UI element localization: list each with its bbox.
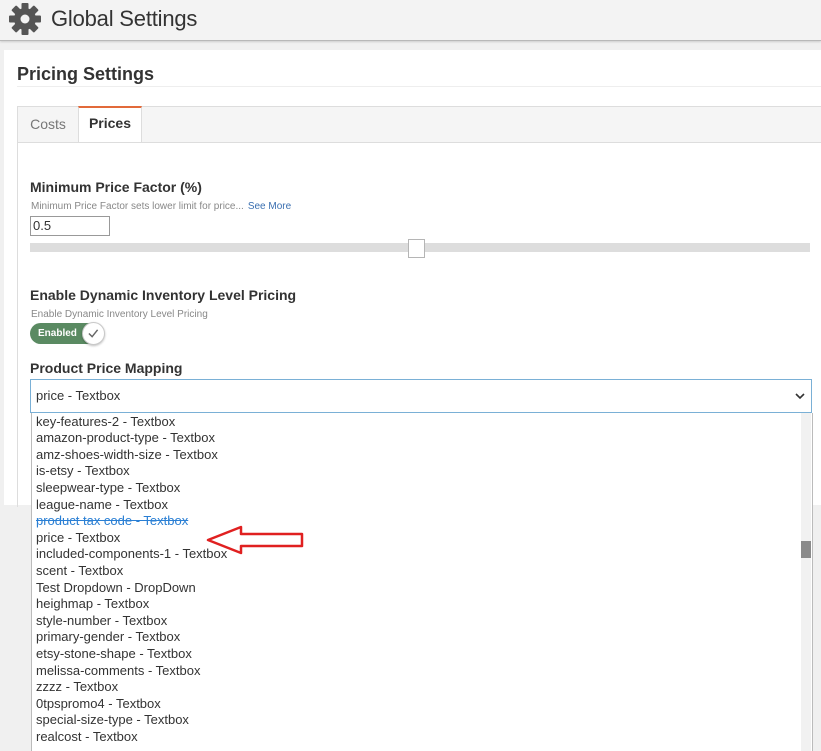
scrollbar-thumb[interactable]: [801, 541, 811, 558]
min-price-factor-slider-handle[interactable]: [408, 239, 425, 258]
section-title: Pricing Settings: [17, 64, 155, 84]
tab-costs[interactable]: Costs: [18, 107, 78, 142]
dropdown-option[interactable]: primary-gender - Textbox: [36, 628, 180, 645]
toggle-knob: [82, 322, 105, 345]
dropdown-option[interactable]: Test Dropdown - DropDown: [36, 579, 196, 596]
min-price-factor-input[interactable]: 0.5: [30, 216, 110, 236]
dropdown-option[interactable]: amazon-product-type - Textbox: [36, 429, 215, 446]
toggle-label: Enabled: [38, 328, 77, 339]
dropdown-option[interactable]: sleepwear-type - Textbox: [36, 479, 180, 496]
dropdown-option[interactable]: price - Textbox: [36, 529, 120, 546]
annotation-arrow-icon: [206, 525, 304, 555]
gear-icon: [9, 3, 41, 35]
dropdown-option[interactable]: scent - Textbox: [36, 562, 123, 579]
min-price-factor-help-text: Minimum Price Factor sets lower limit fo…: [31, 201, 244, 212]
dropdown-option[interactable]: special-size-type - Textbox: [36, 711, 189, 728]
see-more-link[interactable]: See More: [248, 201, 291, 212]
dropdown-option[interactable]: realcost - Textbox: [36, 728, 138, 745]
dropdown-option[interactable]: included-components-1 - Textbox: [36, 545, 227, 562]
dropdown-option[interactable]: product tax code - Textbox: [36, 512, 188, 529]
page-title: Global Settings: [51, 6, 198, 31]
tab-prices[interactable]: Prices: [78, 106, 142, 142]
price-mapping-selected-value: price - Textbox: [36, 388, 121, 403]
dropdown-option[interactable]: is-etsy - Textbox: [36, 462, 130, 479]
price-mapping-label: Product Price Mapping: [30, 360, 183, 376]
page-header: Global Settings: [0, 0, 821, 41]
section-divider: [17, 86, 821, 87]
min-price-factor-help: Minimum Price Factor sets lower limit fo…: [31, 201, 291, 212]
min-price-factor-label: Minimum Price Factor (%): [30, 179, 202, 195]
dropdown-option[interactable]: amz-shoes-width-size - Textbox: [36, 446, 218, 463]
dropdown-option[interactable]: style-number - Textbox: [36, 612, 167, 629]
dropdown-option[interactable]: 0tpspromo4 - Textbox: [36, 695, 161, 712]
price-mapping-options-list[interactable]: key-features-2 - Textbox amazon-product-t…: [31, 413, 813, 751]
dropdown-option[interactable]: heighmap - Textbox: [36, 595, 149, 612]
dynamic-inventory-toggle[interactable]: Enabled: [30, 322, 105, 345]
dropdown-option[interactable]: etsy-stone-shape - Textbox: [36, 645, 192, 662]
dropdown-option[interactable]: melissa-comments - Textbox: [36, 662, 200, 679]
dropdown-option[interactable]: zzzz - Textbox: [36, 678, 118, 695]
check-icon: [88, 329, 99, 338]
dropdown-option[interactable]: league-name - Textbox: [36, 496, 168, 513]
tab-strip: Costs Prices: [18, 106, 821, 143]
chevron-down-icon: [795, 393, 805, 400]
dynamic-inventory-help: Enable Dynamic Inventory Level Pricing: [31, 309, 208, 320]
dropdown-option[interactable]: key-features-2 - Textbox: [36, 413, 175, 430]
dynamic-inventory-label: Enable Dynamic Inventory Level Pricing: [30, 287, 297, 303]
price-mapping-select[interactable]: price - Textbox: [30, 379, 812, 413]
options-scrollbar[interactable]: [801, 413, 811, 751]
